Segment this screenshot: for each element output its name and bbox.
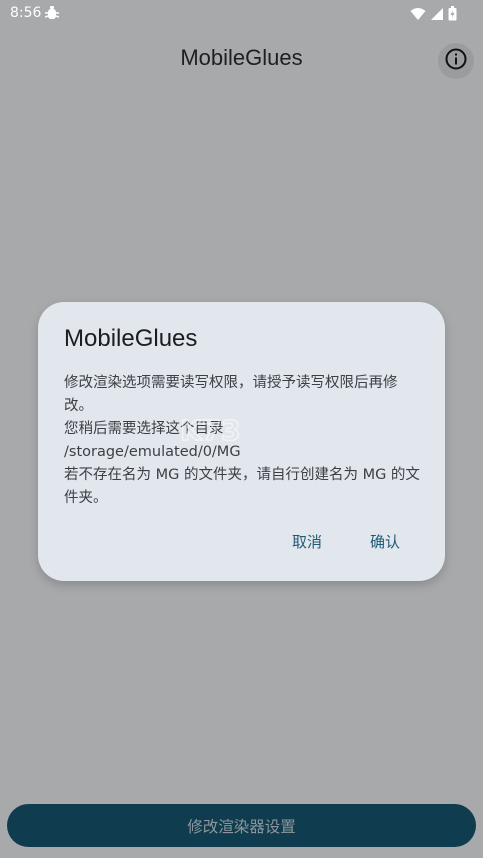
modify-renderer-settings-label: 修改渲染器设置 <box>187 817 296 836</box>
status-bar: 8:56 <box>0 0 483 28</box>
info-icon <box>444 47 468 75</box>
status-time: 8:56 <box>10 5 42 21</box>
info-button[interactable] <box>438 43 474 79</box>
wifi-icon <box>410 6 426 25</box>
status-icons <box>410 6 457 25</box>
battery-icon <box>448 6 457 25</box>
bug-notification-icon <box>44 5 60 25</box>
app-title: MobileGlues <box>180 45 303 70</box>
signal-icon <box>430 6 444 25</box>
watermark-logo: K73 <box>178 410 308 450</box>
confirm-button[interactable]: 确认 <box>370 531 400 552</box>
modify-renderer-settings-button[interactable]: 修改渲染器设置 <box>7 804 476 847</box>
cancel-button[interactable]: 取消 <box>292 531 322 552</box>
dialog-title: MobileGlues <box>64 325 198 352</box>
dialog-message-line: 若不存在名为 MG 的文件夹，请自行创建名为 MG 的文件夹。 <box>64 467 420 506</box>
svg-text:K73: K73 <box>180 414 241 447</box>
